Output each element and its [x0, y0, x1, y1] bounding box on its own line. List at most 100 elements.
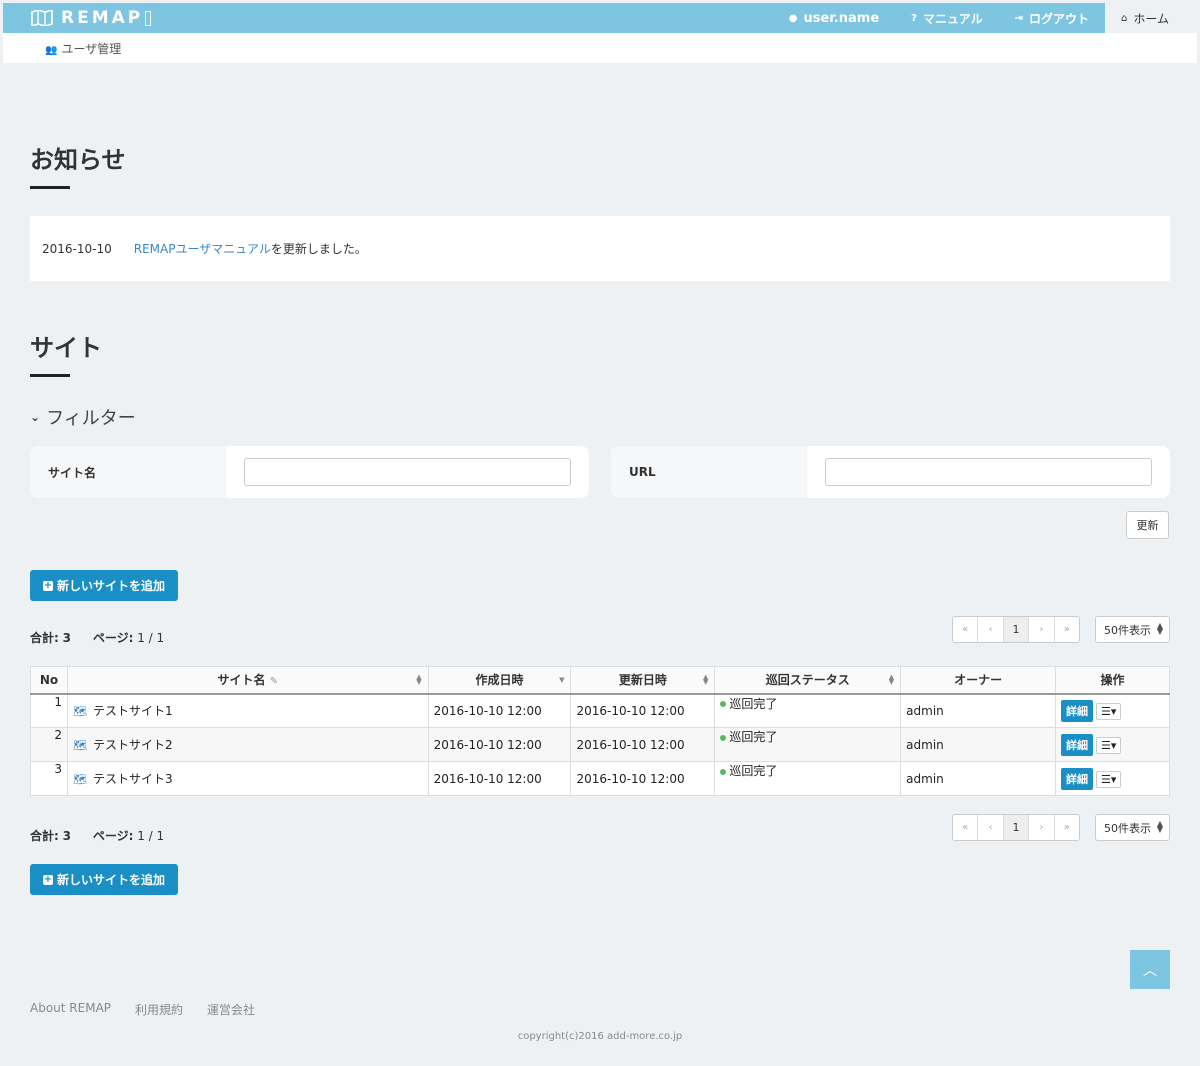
users-icon: 👥: [45, 44, 58, 56]
col-updated-label: 更新日時: [618, 673, 667, 688]
col-created-label: 作成日時: [475, 673, 524, 688]
sort-icon: ▲ ▼: [416, 673, 422, 686]
news-link[interactable]: REMAPユーザマニュアル: [134, 242, 271, 256]
news-suffix: を更新しました。: [270, 242, 367, 256]
row-site-name[interactable]: 🗺 テストサイト2: [66, 727, 429, 762]
row-status: 巡回完了: [714, 693, 902, 728]
pager-prev[interactable]: ‹: [978, 617, 1004, 642]
copyright: copyright(c)2016 add-more.co.jp: [517, 1031, 683, 1042]
total-value: 3: [62, 829, 71, 843]
row-actions: 詳細 ☰▾: [1055, 761, 1170, 796]
add-site-button-top[interactable]: + 新しいサイトを追加: [30, 570, 178, 601]
sites-table: No サイト名 ✎ ▲ ▼ 作成日時 ▼ 更新日時 ▲ ▼ 巡回ステータス ▲ ▼ オーナー …: [30, 666, 1170, 796]
detail-button[interactable]: 詳細: [1061, 767, 1094, 790]
col-no: No: [30, 666, 68, 695]
pager-current[interactable]: 1: [1003, 617, 1030, 642]
row-menu-button[interactable]: ☰▾: [1096, 736, 1122, 754]
map-icon: 🗺: [72, 773, 87, 786]
col-site-name-label: サイト名: [217, 673, 266, 688]
detail-button[interactable]: 詳細: [1061, 699, 1094, 722]
row-status-label: 巡回完了: [729, 730, 778, 744]
filter-toggle[interactable]: ⌄ フィルター: [30, 404, 136, 430]
pencil-icon: ✎: [269, 676, 279, 688]
header-nav: ● user.name ? マニュアル ⇥ ログアウト ⌂ ホーム: [773, 3, 1197, 33]
row-menu-button[interactable]: ☰▾: [1096, 702, 1122, 720]
pager-prev[interactable]: ‹: [978, 815, 1004, 840]
row-created: 2016-10-10 12:00: [427, 761, 572, 796]
sub-navbar: 👥 ユーザ管理: [3, 33, 1197, 63]
pager-last[interactable]: »: [1055, 617, 1079, 642]
col-status[interactable]: 巡回ステータス ▲ ▼: [714, 666, 902, 695]
add-site-label: 新しいサイトを追加: [56, 579, 165, 593]
table-row: 3 🗺 テストサイト3 2016-10-10 12:00 2016-10-10 1…: [30, 761, 1170, 796]
pager-current[interactable]: 1: [1003, 815, 1030, 840]
table-row: 2 🗺 テストサイト2 2016-10-10 12:00 2016-10-10 1…: [30, 727, 1170, 762]
nav-manual[interactable]: ? マニュアル: [895, 3, 998, 33]
pager-next[interactable]: ›: [1029, 815, 1055, 840]
subnav-user-admin[interactable]: 👥 ユーザ管理: [45, 40, 121, 57]
pager-first[interactable]: «: [953, 815, 979, 840]
nav-logout[interactable]: ⇥ ログアウト: [999, 3, 1105, 33]
pager-last[interactable]: »: [1055, 815, 1079, 840]
chevron-up-icon: ︿: [1143, 962, 1157, 979]
col-created[interactable]: 作成日時 ▼: [427, 666, 572, 695]
footer-link-company[interactable]: 運営会社: [207, 1001, 255, 1018]
sort-icon: ▲ ▼: [888, 673, 895, 686]
filter-site-name-wrap: [226, 446, 589, 498]
per-page-select-bottom[interactable]: 50件表示 ▲ ▼: [1095, 814, 1170, 841]
row-actions: 詳細 ☰▾: [1055, 693, 1170, 728]
logo-cursor-icon: [145, 10, 152, 26]
plus-square-icon: +: [42, 579, 53, 591]
user-icon: ●: [788, 12, 798, 24]
sign-out-icon: ⇥: [1014, 12, 1023, 24]
sites-title-underline: [30, 374, 70, 377]
filter-site-name-label: サイト名: [30, 446, 226, 498]
footer-link-terms[interactable]: 利用規約: [135, 1001, 183, 1018]
add-site-button-bottom[interactable]: + 新しいサイトを追加: [30, 864, 178, 895]
site-name-input[interactable]: [244, 458, 571, 486]
top-navbar: REMAP ● user.name ? マニュアル ⇥ ログアウト ⌂ ホーム: [3, 3, 1197, 33]
col-actions: 操作: [1055, 666, 1170, 695]
sort-desc-icon: ▼: [559, 676, 565, 684]
footer-link-about[interactable]: About REMAP: [30, 1001, 111, 1018]
row-status: 巡回完了: [714, 761, 902, 796]
detail-button[interactable]: 詳細: [1061, 733, 1094, 756]
back-to-top-button[interactable]: ︿: [1130, 950, 1170, 989]
row-site-name[interactable]: 🗺 テストサイト1: [66, 693, 429, 728]
row-updated: 2016-10-10 12:00: [570, 693, 716, 728]
col-site-name[interactable]: サイト名 ✎ ▲ ▼: [66, 666, 429, 695]
row-updated: 2016-10-10 12:00: [570, 727, 716, 762]
summary-top: 合計: 3 ページ: 1 / 1: [30, 629, 164, 646]
pager-next[interactable]: ›: [1029, 617, 1055, 642]
per-page-select-top[interactable]: 50件表示 ▲ ▼: [1095, 616, 1170, 643]
sites-title: サイト: [30, 334, 102, 362]
update-button[interactable]: 更新: [1126, 511, 1169, 539]
footer-links: About REMAP 利用規約 運営会社: [30, 1001, 279, 1018]
col-updated[interactable]: 更新日時 ▲ ▼: [570, 666, 716, 695]
table-header-row: No サイト名 ✎ ▲ ▼ 作成日時 ▼ 更新日時 ▲ ▼ 巡回ステータス ▲ ▼ オーナー …: [30, 666, 1170, 695]
nav-user[interactable]: ● user.name: [773, 3, 895, 33]
per-page-value: 50件表示: [1104, 821, 1151, 835]
row-no: 2: [30, 727, 68, 762]
list-icon: ☰▾: [1101, 738, 1117, 752]
pagination-top: « ‹ 1 › »: [952, 616, 1080, 643]
url-input[interactable]: [825, 458, 1152, 486]
row-owner: admin: [900, 761, 1057, 796]
row-menu-button[interactable]: ☰▾: [1096, 770, 1122, 788]
status-dot-icon: [720, 768, 727, 775]
pager-first[interactable]: «: [953, 617, 979, 642]
logo[interactable]: REMAP: [31, 8, 152, 28]
nav-home[interactable]: ⌂ ホーム: [1105, 3, 1197, 33]
news-title: お知らせ: [30, 146, 126, 174]
page-label: ページ:: [92, 631, 134, 645]
row-no: 1: [30, 693, 68, 728]
list-icon: ☰▾: [1101, 704, 1117, 718]
nav-logout-label: ログアウト: [1028, 11, 1089, 26]
select-arrows-icon: ▲ ▼: [1156, 621, 1163, 636]
subnav-user-admin-label: ユーザ管理: [61, 41, 122, 56]
row-site-name[interactable]: 🗺 テストサイト3: [66, 761, 429, 796]
row-updated: 2016-10-10 12:00: [570, 761, 716, 796]
total-label: 合計:: [30, 631, 59, 645]
filter-url-wrap: [807, 446, 1170, 498]
row-site-name-label: テストサイト2: [92, 738, 173, 752]
